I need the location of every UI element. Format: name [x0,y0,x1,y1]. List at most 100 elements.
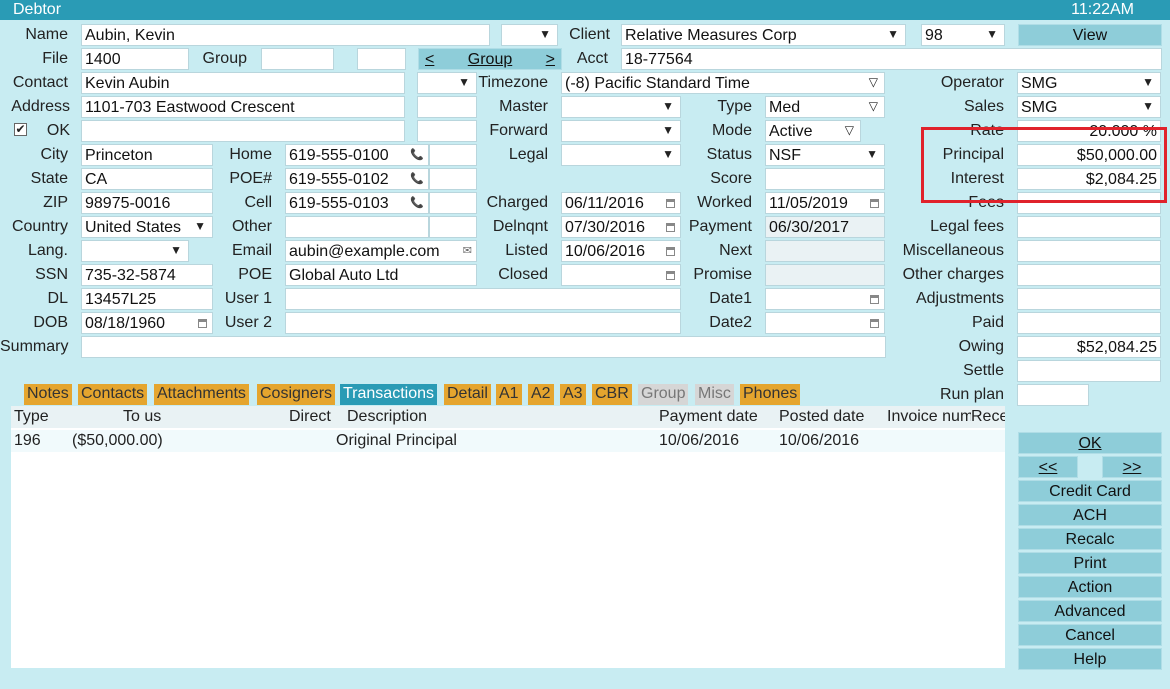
contact-field[interactable]: Kevin Aubin [81,72,405,94]
date2-field[interactable] [765,312,885,334]
ok-checkbox[interactable]: ✔ [14,123,27,136]
group-prev-button[interactable]: < [425,49,434,71]
acct-field[interactable]: 18-77564 [621,48,1162,70]
col-posted-date[interactable]: Posted date [779,406,864,428]
col-payment-date[interactable]: Payment date [659,406,758,428]
tab-transactions[interactable]: Transactions [340,384,437,405]
tab-misc[interactable]: Misc [695,384,734,405]
tab-phones[interactable]: Phones [740,384,801,405]
calendar-icon[interactable] [666,247,675,256]
recalc-button[interactable]: Recalc [1018,528,1162,550]
address2-extra-field[interactable] [417,120,477,142]
listed-field[interactable]: 10/06/2016 [561,240,681,262]
cell-phone-field[interactable]: 619-555-0103 📞 [285,192,429,214]
lang-select[interactable]: ▼ [81,240,189,262]
address2-field[interactable] [81,120,405,142]
legal-fees-field[interactable] [1017,216,1161,238]
help-button[interactable]: Help [1018,648,1162,670]
advanced-button[interactable]: Advanced [1018,600,1162,622]
date1-field[interactable] [765,288,885,310]
status-select[interactable]: NSF ▼ [765,144,885,166]
settle-field[interactable] [1017,360,1161,382]
address-extra-field[interactable] [417,96,477,118]
calendar-icon[interactable] [666,271,675,280]
ssn-field[interactable]: 735-32-5874 [81,264,213,286]
contact-select[interactable]: ▼ [417,72,477,94]
tab-group[interactable]: Group [638,384,689,405]
tab-detail[interactable]: Detail [444,384,491,405]
name-field[interactable]: Aubin, Kevin [81,24,490,46]
group-nav[interactable]: < Group > [418,48,562,70]
calendar-icon[interactable] [666,223,675,232]
calendar-icon[interactable] [198,319,207,328]
cancel-button[interactable]: Cancel [1018,624,1162,646]
tab-cosigners[interactable]: Cosigners [257,384,336,405]
prev-button[interactable]: << [1018,456,1078,478]
poe-phone-field[interactable]: 619-555-0102 📞 [285,168,429,190]
ok-button[interactable]: OK [1018,432,1162,454]
group-field-2[interactable] [357,48,406,70]
adjustments-field[interactable] [1017,288,1161,310]
user1-field[interactable] [285,288,681,310]
mode-select[interactable]: Active ▽ [765,120,861,142]
operator-select[interactable]: SMG ▼ [1017,72,1161,94]
sales-select[interactable]: SMG ▼ [1017,96,1161,118]
tab-notes[interactable]: Notes [24,384,72,405]
group-button[interactable]: Group [468,51,512,68]
view-button[interactable]: View [1018,24,1162,46]
phone-icon[interactable]: 📞 [410,145,424,165]
calendar-icon[interactable] [666,199,675,208]
delnqnt-field[interactable]: 07/30/2016 [561,216,681,238]
col-type[interactable]: Type [14,406,49,428]
tab-a2[interactable]: A2 [528,384,554,405]
forward-select[interactable]: ▼ [561,120,681,142]
col-rece[interactable]: Rece [971,406,1005,428]
col-direct[interactable]: Direct [289,406,331,428]
worked-field[interactable]: 11/05/2019 [765,192,885,214]
calendar-icon[interactable] [870,295,879,304]
other-charges-field[interactable] [1017,264,1161,286]
owing-field[interactable]: $52,084.25 [1017,336,1161,358]
legal-select[interactable]: ▼ [561,144,681,166]
run-plan-field[interactable] [1017,384,1089,406]
tab-a1[interactable]: A1 [496,384,522,405]
client-code-select[interactable]: 98 ▼ [921,24,1005,46]
calendar-icon[interactable] [870,199,879,208]
calendar-icon[interactable] [870,319,879,328]
next-button[interactable]: >> [1102,456,1162,478]
table-row[interactable]: 196 ($50,000.00) Original Principal 10/0… [11,430,1005,452]
score-field[interactable] [765,168,885,190]
closed-field[interactable] [561,264,681,286]
state-field[interactable]: CA [81,168,213,190]
col-description[interactable]: Description [347,406,427,428]
file-field[interactable]: 1400 [81,48,189,70]
print-button[interactable]: Print [1018,552,1162,574]
dob-field[interactable]: 08/18/1960 [81,312,213,334]
timezone-select[interactable]: (-8) Pacific Standard Time ▽ [561,72,885,94]
tab-cbr[interactable]: CBR [592,384,632,405]
poe-ext-field[interactable] [429,168,477,190]
country-select[interactable]: United States ▼ [81,216,213,238]
charged-field[interactable]: 06/11/2016 [561,192,681,214]
credit-card-button[interactable]: Credit Card [1018,480,1162,502]
master-select[interactable]: ▼ [561,96,681,118]
tab-attachments[interactable]: Attachments [154,384,249,405]
poe-field[interactable]: Global Auto Ltd [285,264,477,286]
misc-field[interactable] [1017,240,1161,262]
paid-field[interactable] [1017,312,1161,334]
other-phone-field[interactable] [285,216,429,238]
type-select[interactable]: Med ▽ [765,96,885,118]
user2-field[interactable] [285,312,681,334]
client-select[interactable]: Relative Measures Corp ▼ [621,24,906,46]
transactions-grid[interactable]: Type To us Direct Description Payment da… [11,406,1005,668]
summary-field[interactable] [81,336,886,358]
dl-field[interactable]: 13457L25 [81,288,213,310]
col-to-us[interactable]: To us [123,406,161,428]
address-field[interactable]: 1101-703 Eastwood Crescent [81,96,405,118]
phone-icon[interactable]: 📞 [410,193,424,213]
col-invoice-num[interactable]: Invoice num [887,406,971,428]
email-field[interactable]: aubin@example.com ✉ [285,240,477,262]
zip-field[interactable]: 98975-0016 [81,192,213,214]
city-field[interactable]: Princeton [81,144,213,166]
home-phone-field[interactable]: 619-555-0100 📞 [285,144,429,166]
